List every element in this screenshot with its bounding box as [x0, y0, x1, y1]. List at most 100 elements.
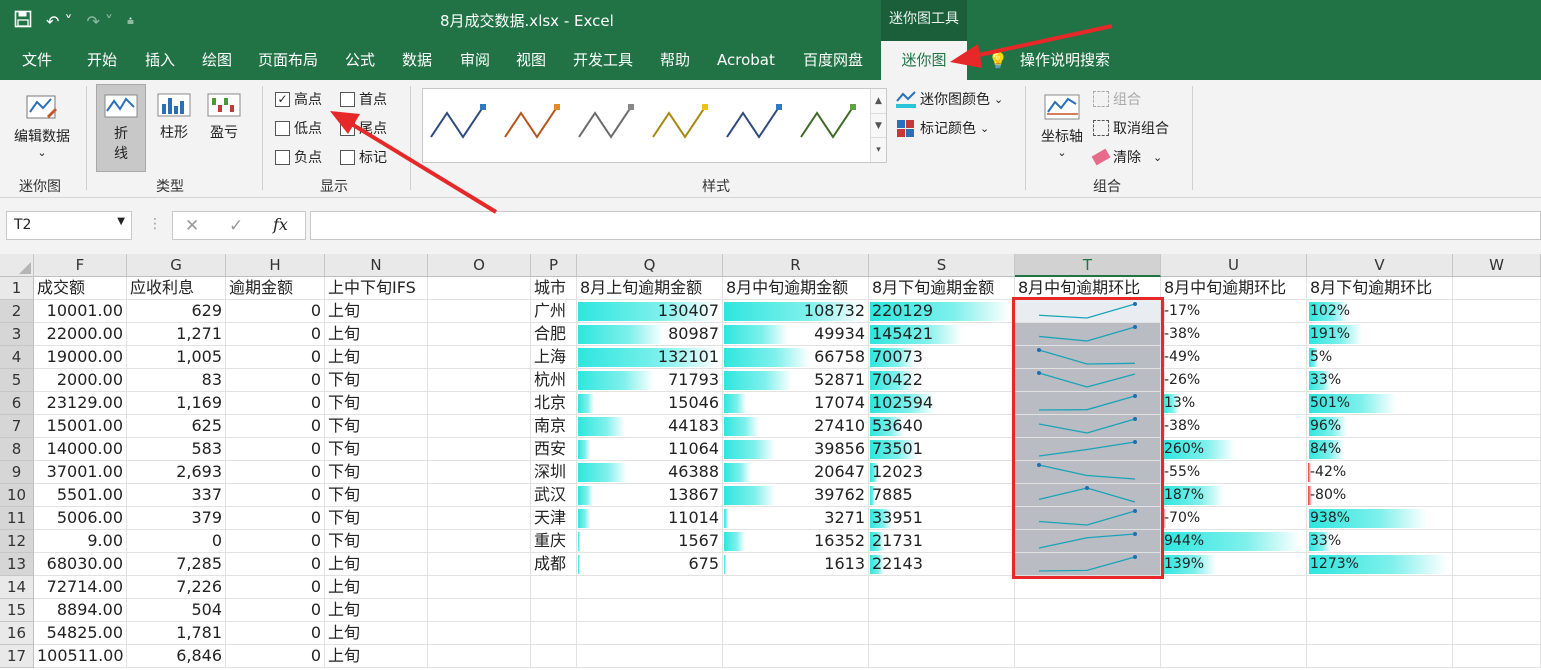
group-button[interactable]: 组合: [1093, 89, 1141, 109]
column-header-w[interactable]: W: [1453, 254, 1541, 277]
cell-g-15[interactable]: 504: [127, 599, 226, 622]
empty-cell[interactable]: [577, 645, 723, 668]
empty-cell[interactable]: [1015, 622, 1161, 645]
cell-r-8[interactable]: 39856: [723, 438, 869, 461]
row-header-11[interactable]: 11: [0, 507, 34, 530]
cell-f-14[interactable]: 72714.00: [34, 576, 127, 599]
cell-q-4[interactable]: 132101: [577, 346, 723, 369]
cell-g-3[interactable]: 1,271: [127, 323, 226, 346]
header-cell-n[interactable]: 上中下旬IFS: [325, 277, 428, 300]
cell-n-12[interactable]: 下旬: [325, 530, 428, 553]
cell-h-16[interactable]: 0: [226, 622, 325, 645]
empty-cell[interactable]: [428, 277, 531, 300]
style-thumbnail-3[interactable]: [578, 104, 634, 139]
cell-v-5[interactable]: 33%: [1307, 369, 1453, 392]
empty-cell[interactable]: [1453, 553, 1541, 576]
cell-f-6[interactable]: 23129.00: [34, 392, 127, 415]
cell-g-5[interactable]: 83: [127, 369, 226, 392]
redo-icon[interactable]: ↷ ˅: [87, 12, 114, 31]
cell-n-16[interactable]: 上旬: [325, 622, 428, 645]
cell-h-12[interactable]: 0: [226, 530, 325, 553]
empty-cell[interactable]: [428, 484, 531, 507]
cell-u-13[interactable]: 139%: [1161, 553, 1307, 576]
cell-s-11[interactable]: 33951: [869, 507, 1015, 530]
negative-point-checkbox[interactable]: 负点: [275, 147, 322, 167]
undo-icon[interactable]: ↶ ˅: [46, 12, 73, 31]
column-header-t[interactable]: T: [1015, 254, 1161, 277]
empty-cell[interactable]: [428, 576, 531, 599]
empty-cell[interactable]: [1453, 323, 1541, 346]
header-cell-s[interactable]: 8月下旬逾期金额: [869, 277, 1015, 300]
empty-cell[interactable]: [1453, 277, 1541, 300]
name-box-dropdown-icon[interactable]: ▼: [117, 216, 125, 227]
empty-cell[interactable]: [428, 553, 531, 576]
tab-developer[interactable]: 开发工具: [573, 41, 633, 80]
cell-r-3[interactable]: 49934: [723, 323, 869, 346]
cell-n-15[interactable]: 上旬: [325, 599, 428, 622]
cell-q-7[interactable]: 44183: [577, 415, 723, 438]
type-line-button[interactable]: 折 线: [96, 84, 146, 172]
cell-r-11[interactable]: 3271: [723, 507, 869, 530]
last-point-checkbox[interactable]: 尾点: [340, 118, 387, 138]
cell-f-17[interactable]: 100511.00: [34, 645, 127, 668]
cell-r-4[interactable]: 66758: [723, 346, 869, 369]
tab-data[interactable]: 数据: [402, 41, 432, 80]
empty-cell[interactable]: [428, 530, 531, 553]
empty-cell[interactable]: [1453, 415, 1541, 438]
clear-button[interactable]: 清除 ⌄: [1091, 147, 1162, 167]
empty-cell[interactable]: [1453, 392, 1541, 415]
cell-p-2[interactable]: 广州: [531, 300, 577, 323]
tab-tell-me[interactable]: 操作说明搜索: [1020, 41, 1110, 80]
tab-baidu-netdisk[interactable]: 百度网盘: [803, 41, 863, 80]
empty-cell[interactable]: [1453, 369, 1541, 392]
tab-insert[interactable]: 插入: [145, 41, 175, 80]
empty-cell[interactable]: [428, 622, 531, 645]
style-thumbnail-4[interactable]: [652, 104, 708, 139]
cell-n-17[interactable]: 上旬: [325, 645, 428, 668]
cell-q-11[interactable]: 11014: [577, 507, 723, 530]
cell-s-6[interactable]: 102594: [869, 392, 1015, 415]
empty-cell[interactable]: [531, 645, 577, 668]
empty-cell[interactable]: [428, 300, 531, 323]
cell-q-13[interactable]: 675: [577, 553, 723, 576]
cell-q-5[interactable]: 71793: [577, 369, 723, 392]
empty-cell[interactable]: [1161, 576, 1307, 599]
column-header-h[interactable]: H: [226, 254, 325, 277]
cell-g-16[interactable]: 1,781: [127, 622, 226, 645]
style-thumbnail-5[interactable]: [726, 104, 782, 139]
style-thumbnail-2[interactable]: [504, 104, 560, 139]
row-header-6[interactable]: 6: [0, 392, 34, 415]
tab-home[interactable]: 开始: [87, 41, 117, 80]
cell-n-14[interactable]: 上旬: [325, 576, 428, 599]
cell-n-9[interactable]: 下旬: [325, 461, 428, 484]
cell-v-6[interactable]: 501%: [1307, 392, 1453, 415]
row-header-16[interactable]: 16: [0, 622, 34, 645]
cell-u-8[interactable]: 260%: [1161, 438, 1307, 461]
row-header-10[interactable]: 10: [0, 484, 34, 507]
first-point-checkbox[interactable]: 首点: [340, 89, 387, 109]
empty-cell[interactable]: [1453, 645, 1541, 668]
cell-u-10[interactable]: 187%: [1161, 484, 1307, 507]
row-header-9[interactable]: 9: [0, 461, 34, 484]
empty-cell[interactable]: [1307, 622, 1453, 645]
cell-q-10[interactable]: 13867: [577, 484, 723, 507]
header-cell-r[interactable]: 8月中旬逾期金额: [723, 277, 869, 300]
cell-h-17[interactable]: 0: [226, 645, 325, 668]
empty-cell[interactable]: [428, 599, 531, 622]
axis-button[interactable]: 坐标轴 ⌄: [1036, 92, 1088, 159]
empty-cell[interactable]: [1161, 599, 1307, 622]
cell-g-8[interactable]: 583: [127, 438, 226, 461]
cell-h-9[interactable]: 0: [226, 461, 325, 484]
cell-f-9[interactable]: 37001.00: [34, 461, 127, 484]
cell-g-14[interactable]: 7,226: [127, 576, 226, 599]
cell-q-3[interactable]: 80987: [577, 323, 723, 346]
cell-s-9[interactable]: 12023: [869, 461, 1015, 484]
cell-r-2[interactable]: 108732: [723, 300, 869, 323]
cell-n-6[interactable]: 下旬: [325, 392, 428, 415]
cell-u-7[interactable]: -38%: [1161, 415, 1307, 438]
empty-cell[interactable]: [428, 507, 531, 530]
customize-qat-icon[interactable]: ⩮: [127, 14, 134, 29]
cell-n-13[interactable]: 上旬: [325, 553, 428, 576]
cell-h-7[interactable]: 0: [226, 415, 325, 438]
cancel-icon[interactable]: ✕: [185, 216, 199, 236]
